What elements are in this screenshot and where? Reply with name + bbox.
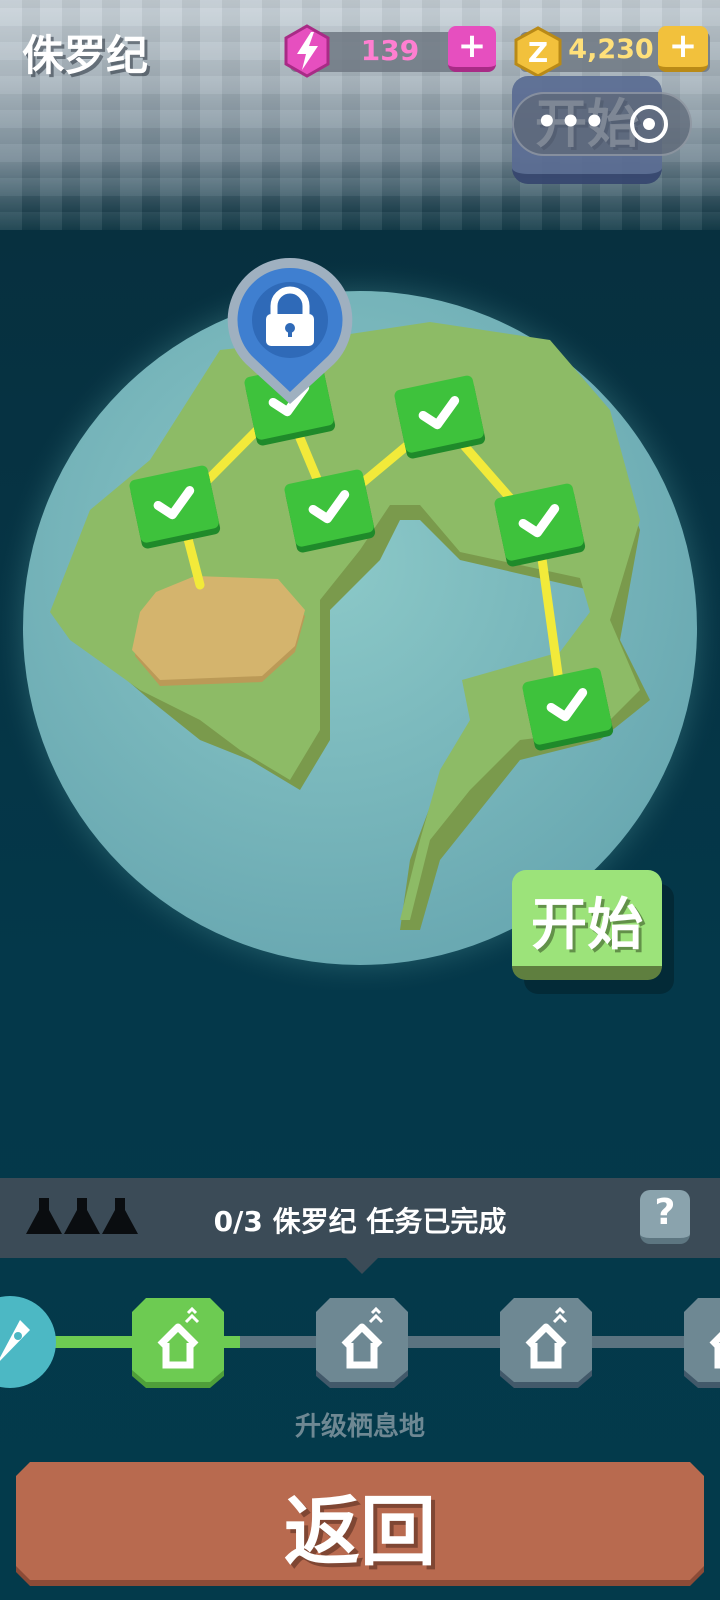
back-button-label: 返回 xyxy=(284,1487,436,1576)
habitat-stage-locked[interactable] xyxy=(500,1298,592,1388)
flask-icon xyxy=(102,1198,138,1234)
target-icon[interactable] xyxy=(630,105,668,143)
habitat-stage-locked[interactable] xyxy=(316,1298,408,1388)
flask-icon xyxy=(26,1198,62,1234)
svg-text:Z: Z xyxy=(528,36,548,69)
help-button[interactable]: ? xyxy=(640,1190,690,1244)
flask-icon xyxy=(64,1198,100,1234)
energy-value: 139 xyxy=(360,34,420,67)
habitat-progress-track xyxy=(0,1296,720,1388)
rocket-icon[interactable] xyxy=(0,1296,56,1388)
level-title: 侏罗纪 xyxy=(22,31,149,80)
add-coins-button[interactable]: + xyxy=(658,26,708,72)
habitat-stage-active[interactable] xyxy=(132,1298,224,1388)
mission-progress-text: 0/3 侏罗纪 任务已完成 xyxy=(213,1205,507,1238)
more-menu-icon[interactable]: ••• xyxy=(536,102,607,142)
mission-bar-pointer xyxy=(344,1256,380,1274)
add-energy-button[interactable]: + xyxy=(448,26,496,72)
coin-z-icon: Z xyxy=(514,26,562,78)
lightning-icon xyxy=(284,24,330,78)
habitat-stage-locked[interactable] xyxy=(684,1298,720,1388)
coin-value: 4,230 xyxy=(568,34,654,65)
start-button-label: 开始 xyxy=(531,893,643,958)
upgrade-habitat-label: 升级栖息地 xyxy=(294,1412,425,1442)
